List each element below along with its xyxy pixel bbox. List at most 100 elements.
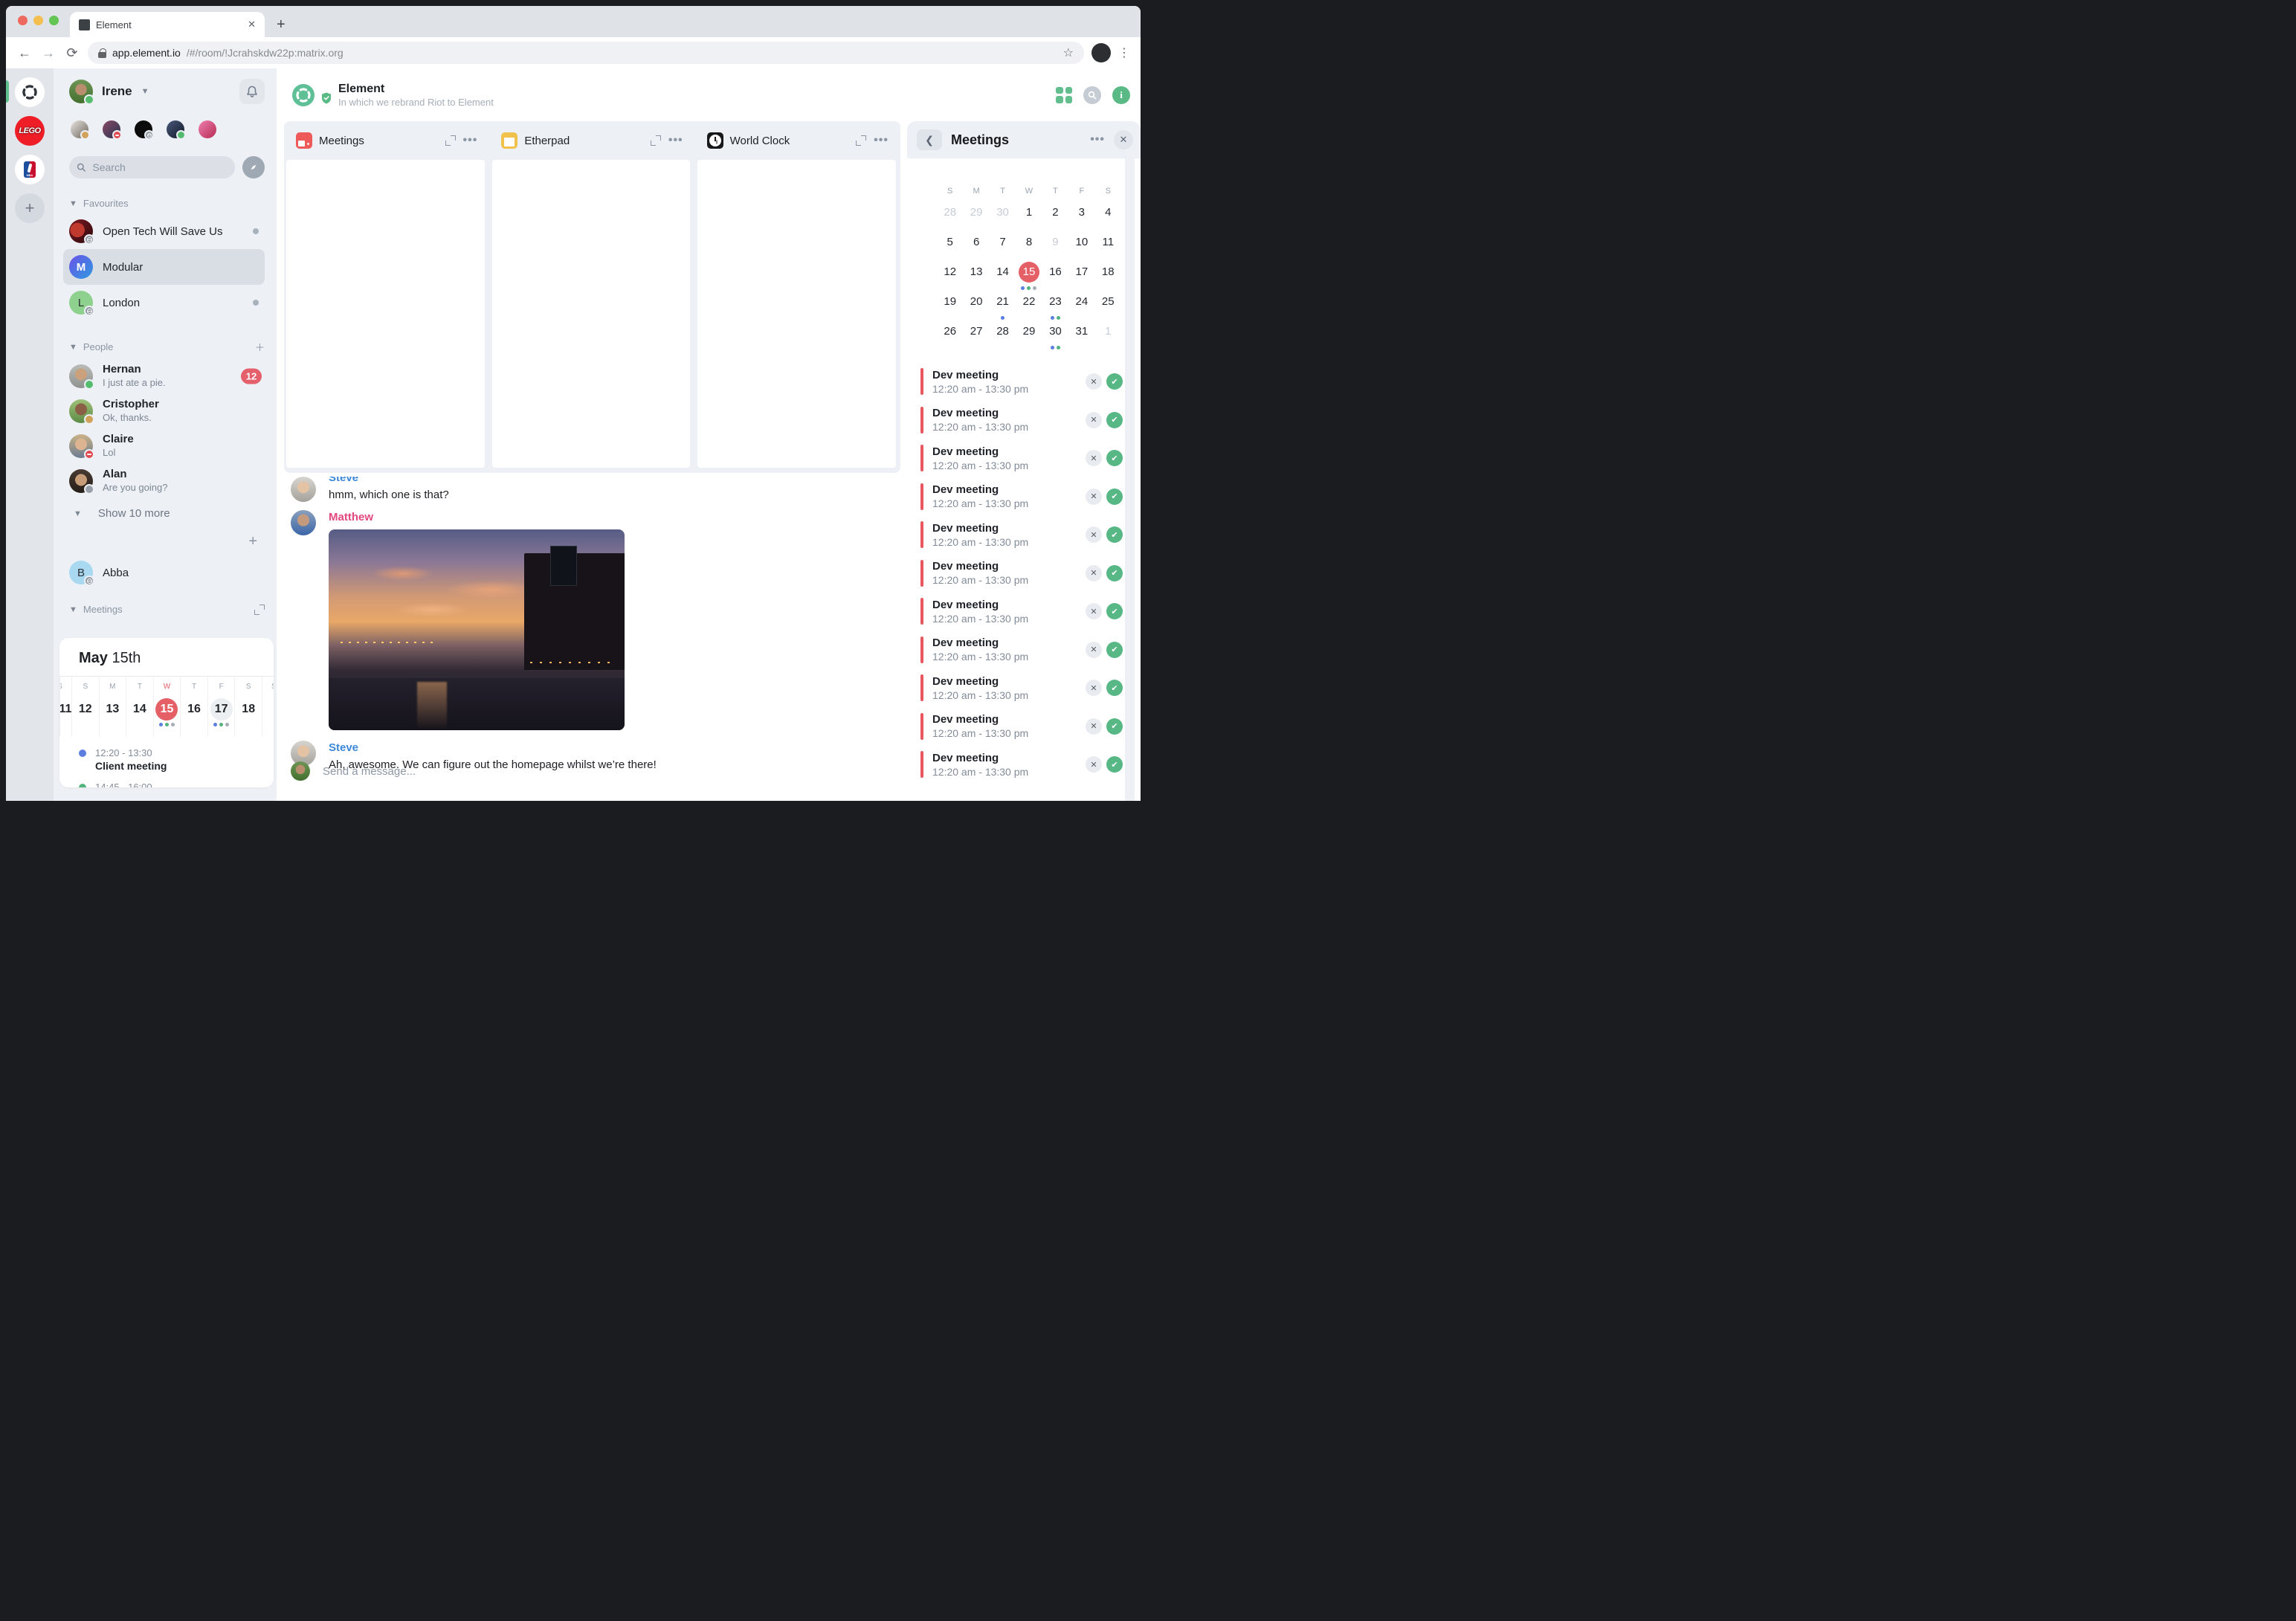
- calendar-day-cell[interactable]: 6: [963, 231, 989, 261]
- meeting-item[interactable]: Dev meeting 12:20 am - 13:30 pm ✕ ✔: [920, 598, 1141, 625]
- decline-meeting-button[interactable]: ✕: [1086, 526, 1102, 543]
- search-input-wrap[interactable]: [69, 156, 235, 178]
- decline-meeting-button[interactable]: ✕: [1086, 641, 1102, 658]
- room-info-button[interactable]: i: [1112, 86, 1130, 104]
- accept-meeting-button[interactable]: ✔: [1106, 450, 1123, 466]
- accept-meeting-button[interactable]: ✔: [1106, 488, 1123, 505]
- dm-avatar[interactable]: [71, 120, 90, 140]
- search-input[interactable]: [91, 161, 228, 174]
- calendar-day-cell[interactable]: 1: [1095, 320, 1121, 350]
- accept-meeting-button[interactable]: ✔: [1106, 603, 1123, 619]
- room-list-item[interactable]: L London: [63, 285, 265, 320]
- decline-meeting-button[interactable]: ✕: [1086, 680, 1102, 696]
- sender-avatar[interactable]: [291, 477, 316, 502]
- event-item[interactable]: 12:20 - 13:30 Client meeting: [79, 747, 274, 773]
- calendar-day-cell[interactable]: 1: [1016, 202, 1042, 231]
- browser-profile-avatar[interactable]: [1091, 43, 1111, 62]
- calendar-day-cell[interactable]: 29: [963, 202, 989, 231]
- tab-close-icon[interactable]: ✕: [248, 19, 256, 30]
- calendar-day-cell[interactable]: 18: [1095, 261, 1121, 291]
- calendar-day-cell[interactable]: 5: [937, 231, 963, 261]
- add-space-button[interactable]: +: [15, 193, 45, 223]
- week-day-cell[interactable]: S 12: [71, 677, 99, 737]
- decline-meeting-button[interactable]: ✕: [1086, 411, 1102, 428]
- user-name[interactable]: Irene: [102, 84, 132, 99]
- browser-tab[interactable]: Element ✕: [70, 12, 265, 37]
- meeting-item[interactable]: Dev meeting 12:20 am - 13:30 pm ✕ ✔: [920, 521, 1141, 548]
- calendar-day-cell[interactable]: 30: [1042, 320, 1068, 350]
- decline-meeting-button[interactable]: ✕: [1086, 564, 1102, 581]
- calendar-day-cell[interactable]: 26: [937, 320, 963, 350]
- url-bar[interactable]: app.element.io /#/room/!Jcrahskdw22p:matr…: [88, 42, 1084, 64]
- space-element-home[interactable]: [15, 77, 45, 107]
- apps-grid-icon[interactable]: [1056, 86, 1072, 103]
- widget-body-meetings[interactable]: [286, 160, 485, 468]
- calendar-day-cell[interactable]: 21: [990, 291, 1016, 320]
- composer-input[interactable]: [321, 764, 892, 779]
- calendar-day-cell[interactable]: 29: [1016, 320, 1042, 350]
- new-tab-button[interactable]: +: [277, 17, 286, 32]
- sender-name[interactable]: Steve: [329, 477, 358, 486]
- week-day-cell[interactable]: M 13: [98, 677, 126, 737]
- room-list-item-abba[interactable]: B Abba: [69, 561, 265, 586]
- bookmark-star-icon[interactable]: ☆: [1063, 45, 1074, 60]
- calendar-day-cell[interactable]: 13: [963, 261, 989, 291]
- calendar-day-cell[interactable]: 2: [1042, 202, 1068, 231]
- calendar-day-cell[interactable]: 24: [1068, 291, 1094, 320]
- meeting-item[interactable]: Dev meeting 12:20 am - 13:30 pm ✕ ✔: [920, 406, 1141, 434]
- decline-meeting-button[interactable]: ✕: [1086, 450, 1102, 466]
- accept-meeting-button[interactable]: ✔: [1106, 411, 1123, 428]
- calendar-day-cell[interactable]: 9: [1042, 231, 1068, 261]
- dm-list-item[interactable]: Alan Are you going?: [69, 463, 265, 498]
- room-topic[interactable]: In which we rebrand Riot to Element: [338, 96, 494, 109]
- calendar-day-cell[interactable]: 30: [990, 202, 1016, 231]
- people-section-header[interactable]: ▼ People ＋: [69, 340, 265, 354]
- decline-meeting-button[interactable]: ✕: [1086, 756, 1102, 773]
- dm-list-item[interactable]: Claire Lol: [69, 428, 265, 463]
- accept-meeting-button[interactable]: ✔: [1106, 373, 1123, 390]
- calendar-day-cell[interactable]: 10: [1068, 231, 1094, 261]
- dm-list-item[interactable]: Cristopher Ok, thanks.: [69, 393, 265, 428]
- sender-name[interactable]: Matthew: [329, 510, 625, 525]
- calendar-day-cell[interactable]: 15: [1016, 261, 1042, 291]
- calendar-day-cell[interactable]: 17: [1068, 261, 1094, 291]
- dm-avatar[interactable]: [103, 120, 122, 140]
- back-button[interactable]: ❮: [917, 129, 942, 150]
- accept-meeting-button[interactable]: ✔: [1106, 680, 1123, 696]
- calendar-day-cell[interactable]: 27: [963, 320, 989, 350]
- space-nba[interactable]: [15, 155, 45, 184]
- dm-avatar[interactable]: [135, 120, 154, 140]
- zoom-window-button[interactable]: [49, 16, 59, 25]
- calendar-day-cell[interactable]: 20: [963, 291, 989, 320]
- meetings-section-header[interactable]: ▼ Meetings: [69, 604, 265, 615]
- widget-menu-icon[interactable]: •••: [668, 134, 683, 147]
- calendar-day-cell[interactable]: 12: [937, 261, 963, 291]
- close-window-button[interactable]: [18, 16, 28, 25]
- dm-avatar[interactable]: [199, 120, 216, 138]
- chevron-down-icon[interactable]: ▼: [141, 87, 149, 96]
- maximize-icon[interactable]: [856, 135, 867, 146]
- room-search-button[interactable]: [1083, 86, 1101, 104]
- calendar-day-cell[interactable]: 19: [937, 291, 963, 320]
- browser-menu-icon[interactable]: ⋮: [1118, 45, 1130, 60]
- explore-button[interactable]: [242, 156, 265, 178]
- week-day-cell[interactable]: T 14: [126, 677, 153, 737]
- calendar-day-cell[interactable]: 4: [1095, 202, 1121, 231]
- widget-menu-icon[interactable]: •••: [463, 134, 478, 147]
- event-item[interactable]: 14:45 - 16:00 Investors dinner @ Lion Ho…: [79, 782, 274, 787]
- panel-menu-icon[interactable]: •••: [1090, 133, 1105, 146]
- user-avatar[interactable]: [69, 80, 94, 105]
- expand-icon[interactable]: [254, 604, 265, 615]
- minimize-window-button[interactable]: [33, 16, 43, 25]
- week-day-cell[interactable]: S 18: [234, 677, 262, 737]
- calendar-day-cell[interactable]: 25: [1095, 291, 1121, 320]
- image-attachment[interactable]: [329, 529, 625, 730]
- meeting-item[interactable]: Dev meeting 12:20 am - 13:30 pm ✕ ✔: [920, 559, 1141, 587]
- accept-meeting-button[interactable]: ✔: [1106, 718, 1123, 735]
- widget-header[interactable]: Meetings •••: [284, 121, 489, 160]
- sender-avatar[interactable]: [291, 510, 316, 535]
- decline-meeting-button[interactable]: ✕: [1086, 373, 1102, 390]
- accept-meeting-button[interactable]: ✔: [1106, 756, 1123, 773]
- reload-icon[interactable]: ⟳: [64, 45, 80, 61]
- accept-meeting-button[interactable]: ✔: [1106, 641, 1123, 658]
